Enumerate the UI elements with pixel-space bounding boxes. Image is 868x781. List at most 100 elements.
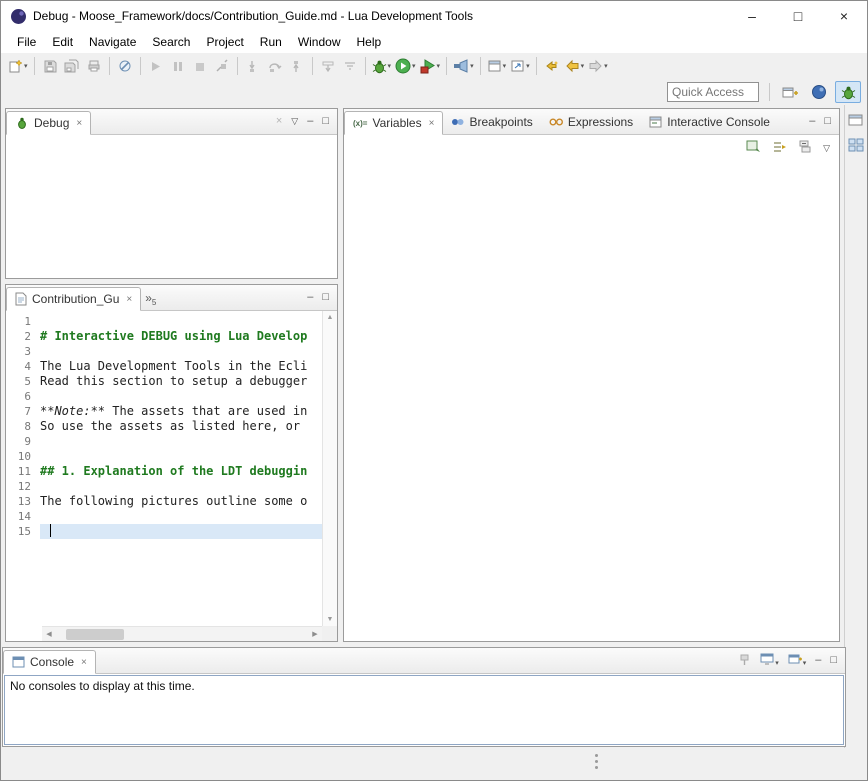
last-edit-location-button[interactable] (541, 55, 563, 77)
minimize-icon[interactable]: – (809, 116, 815, 127)
debug-view-content[interactable] (6, 135, 337, 278)
editor-line[interactable]: 6 (6, 389, 322, 404)
open-console-button[interactable]: ▾ (788, 653, 807, 668)
tab-debug[interactable]: Debug × (6, 111, 91, 135)
step-into-button[interactable] (242, 55, 264, 77)
suspend-button[interactable] (167, 55, 189, 77)
chevron-down-icon[interactable]: ▾ (388, 62, 392, 70)
maximize-icon[interactable]: □ (824, 116, 831, 127)
maximize-icon[interactable]: □ (322, 292, 329, 303)
skip-all-breakpoints-button[interactable] (114, 55, 136, 77)
tab-expressions[interactable]: Expressions (541, 110, 641, 134)
scrollbar-thumb[interactable] (66, 629, 124, 640)
editor-line[interactable]: 10 (6, 449, 322, 464)
menu-run[interactable]: Run (252, 32, 290, 52)
minimize-icon[interactable]: – (307, 116, 313, 127)
chevron-down-icon[interactable]: ▾ (803, 660, 807, 667)
restore-view-button[interactable] (846, 111, 866, 129)
scroll-left-icon[interactable]: ◀ (42, 630, 56, 638)
pin-console-button[interactable] (738, 653, 751, 669)
editor-line[interactable]: 8So use the assets as listed here, or (6, 419, 322, 434)
step-over-button[interactable] (264, 55, 286, 77)
editor-line[interactable]: 12 (6, 479, 322, 494)
use-step-filters-button[interactable] (339, 55, 361, 77)
close-icon[interactable]: × (81, 657, 87, 668)
lua-perspective-button[interactable] (806, 81, 832, 103)
chevron-down-icon[interactable]: ▾ (604, 62, 608, 70)
minimize-icon[interactable]: – (307, 292, 313, 303)
tab-interactive-console[interactable]: Interactive Console (641, 110, 778, 134)
editor-line[interactable]: 1 (6, 314, 322, 329)
open-perspective-button[interactable] (777, 81, 803, 103)
chevron-down-icon[interactable]: ▾ (470, 62, 474, 70)
maximize-icon[interactable]: □ (830, 655, 837, 666)
scroll-down-icon[interactable]: ▼ (327, 616, 334, 623)
tab-overflow[interactable]: » 5 (141, 290, 160, 310)
print-button[interactable] (83, 55, 105, 77)
remove-all-terminated-icon[interactable]: × (276, 116, 282, 127)
close-icon[interactable]: × (429, 118, 435, 129)
editor-line[interactable]: 14 (6, 509, 322, 524)
chevron-down-icon[interactable]: ▾ (503, 62, 507, 70)
menu-edit[interactable]: Edit (44, 32, 81, 52)
menu-project[interactable]: Project (198, 32, 251, 52)
maximize-icon[interactable]: □ (322, 116, 329, 127)
external-tools-button[interactable]: ▾ (418, 55, 443, 77)
drop-to-frame-button[interactable] (317, 55, 339, 77)
view-menu-icon[interactable]: ▽ (823, 144, 830, 153)
display-selected-console-button[interactable]: ▾ (760, 653, 779, 668)
menu-help[interactable]: Help (349, 32, 390, 52)
tab-contribution-guide[interactable]: Contribution_Gu × (6, 287, 141, 311)
forward-button[interactable]: ▾ (586, 55, 610, 77)
quick-access-input[interactable]: Quick Access (667, 82, 759, 102)
chevron-down-icon[interactable]: ▾ (526, 62, 530, 70)
tab-breakpoints[interactable]: Breakpoints (443, 110, 540, 134)
debug-button[interactable]: ▾ (370, 55, 394, 77)
menu-navigate[interactable]: Navigate (81, 32, 144, 52)
collapse-all-button[interactable] (798, 139, 813, 157)
tab-variables[interactable]: (x)= Variables × (344, 111, 443, 135)
save-all-button[interactable] (61, 55, 83, 77)
restore-view-button[interactable] (846, 136, 866, 154)
editor-line[interactable]: 9 (6, 434, 322, 449)
back-button[interactable]: ▾ (563, 55, 587, 77)
chevron-down-icon[interactable]: ▾ (775, 660, 779, 667)
editor-line[interactable]: 13The following pictures outline some o (6, 494, 322, 509)
chevron-down-icon[interactable]: ▾ (412, 62, 416, 70)
editor-line[interactable]: 3 (6, 344, 322, 359)
disconnect-button[interactable] (211, 55, 233, 77)
close-icon[interactable]: × (76, 118, 82, 129)
resume-button[interactable] (145, 55, 167, 77)
editor-line[interactable]: 5Read this section to setup a debugger (6, 374, 322, 389)
scroll-up-icon[interactable]: ▲ (327, 314, 334, 321)
menu-search[interactable]: Search (144, 32, 198, 52)
close-icon[interactable]: × (126, 294, 132, 305)
window-minimize-button[interactable]: – (729, 1, 775, 31)
open-element-button[interactable]: ▾ (508, 55, 532, 77)
chevron-down-icon[interactable]: ▾ (581, 62, 585, 70)
scroll-right-icon[interactable]: ▶ (308, 630, 322, 638)
window-maximize-button[interactable]: □ (775, 1, 821, 31)
variables-view-content[interactable] (344, 161, 839, 641)
editor-content[interactable]: 1 2# Interactive DEBUG using Lua Develop… (6, 311, 337, 641)
open-search-button[interactable]: ▾ (451, 55, 476, 77)
console-content[interactable]: No consoles to display at this time. (4, 675, 844, 745)
minimize-icon[interactable]: – (815, 655, 821, 666)
show-type-names-button[interactable] (746, 139, 762, 157)
editor-line[interactable]: 2# Interactive DEBUG using Lua Develop (6, 329, 322, 344)
terminate-button[interactable] (189, 55, 211, 77)
editor-vertical-scrollbar[interactable]: ▲ ▼ (322, 311, 337, 626)
menu-file[interactable]: File (9, 32, 44, 52)
new-wizard-menu-button[interactable]: ▾ (485, 55, 509, 77)
step-return-button[interactable] (286, 55, 308, 77)
editor-line[interactable]: 4The Lua Development Tools in the Ecli (6, 359, 322, 374)
run-button[interactable]: ▾ (393, 55, 418, 77)
tab-console[interactable]: Console × (3, 650, 96, 674)
editor-horizontal-scrollbar[interactable]: ◀ ▶ (42, 626, 322, 641)
window-close-button[interactable]: × (821, 1, 867, 31)
new-button[interactable]: ▾ (6, 55, 30, 77)
save-button[interactable] (39, 55, 61, 77)
editor-line[interactable]: 15 (6, 524, 322, 539)
editor-lines[interactable]: 1 2# Interactive DEBUG using Lua Develop… (6, 314, 322, 626)
status-sash-handle[interactable] (595, 754, 598, 769)
